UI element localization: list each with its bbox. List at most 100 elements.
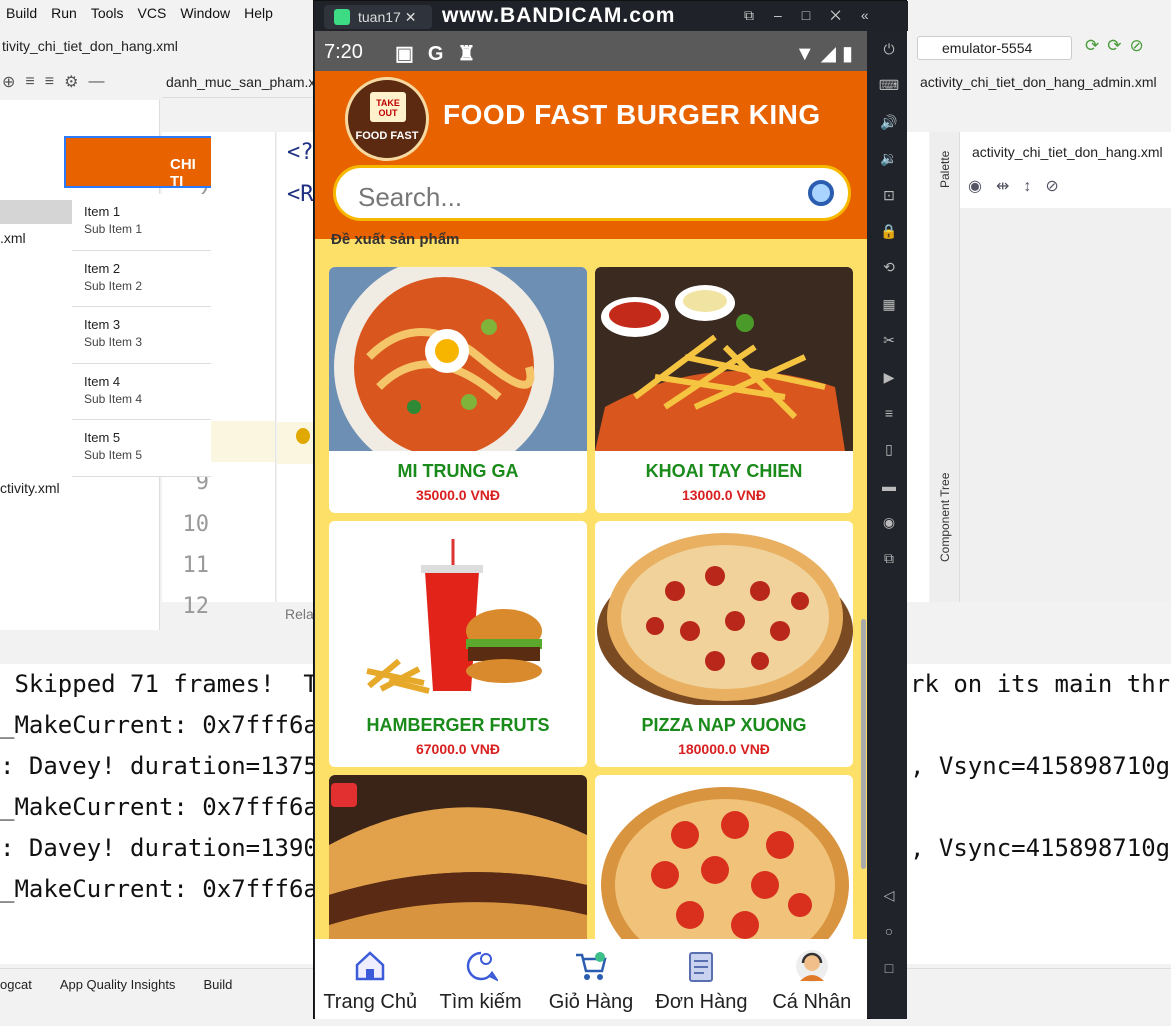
minimize-icon[interactable]: — [88,73,104,91]
apk-icon[interactable]: ▦ [871,286,907,322]
emulator-titlebar: tuan17 ✕ www.BANDICAM.com ⧉–□✕« [314,1,908,31]
log-line-tail: , Vsync=415898710g [910,752,1171,780]
scissors-icon[interactable]: ✂ [871,322,907,358]
search-input[interactable]: Search... [333,165,851,221]
design-header[interactable]: CHI TI [64,136,211,190]
run-icons[interactable]: ⟳⟳⊘ [1085,36,1152,56]
project-file[interactable]: ctivity.xml [0,480,60,496]
menu-run[interactable]: Run [45,5,85,21]
back-icon[interactable]: ◁ [871,877,907,913]
window-controls[interactable]: ⧉–□✕« [744,7,889,24]
menu-tools[interactable]: Tools [85,5,132,21]
lock-icon[interactable]: 🔒 [871,213,907,249]
design-list-item[interactable]: Item 2 Sub Item 2 [72,251,211,307]
keyboard-icon[interactable]: ⌨ [871,67,907,103]
design-list-item[interactable]: Item 5 Sub Item 5 [72,420,211,477]
product-price: 35000.0 VNĐ [415,487,501,503]
palette-strip[interactable]: Palette Component Tree [930,132,960,602]
collapse-icon[interactable]: ≡ [45,73,54,91]
tab-build[interactable]: Build [203,977,232,992]
search-placeholder: Search... [358,182,463,212]
product-section: Đề xuất sản phẩm MI TRUNG GA 35000.0 VNĐ… [315,231,867,1019]
product-card[interactable]: PIZZA NAP XUONG 180000.0 VNĐ [595,521,853,767]
product-name: KHOAI TAY CHIEN [645,461,803,481]
item-title: Item 3 [84,317,121,332]
nav-orders[interactable]: Đơn Hàng [646,939,756,1019]
code-line[interactable]: <R [287,182,314,207]
nav-home[interactable]: Trang Chủ [315,939,425,1019]
lightbulb-icon[interactable] [296,428,310,444]
folder-icon[interactable]: ▬ [871,468,907,504]
home-nav-icon[interactable]: ○ [871,913,907,949]
volume-up-icon[interactable]: 🔊 [871,104,907,140]
menu-help[interactable]: Help [238,5,281,21]
menu-vcs[interactable]: VCS [132,5,175,21]
signal-icons: ▼◢▮ [794,43,859,65]
volume-down-icon[interactable]: 🔉 [871,140,907,176]
location-icon[interactable]: ◉ [871,504,907,540]
log-line-tail: , Vsync=415898710g [910,834,1171,862]
sliders-icon[interactable]: ≡ [871,395,907,431]
project-file[interactable]: .xml [0,230,26,246]
editor-tab[interactable]: danh_muc_san_pham.x [162,66,322,98]
bottom-navigation: Trang Chủ Tìm kiếm Giỏ Hàng Đơn Hàng Cá … [315,939,867,1019]
design-list: Item 1 Sub Item 1 Item 2 Sub Item 2 Item 3… [72,194,211,477]
home-icon [355,951,385,981]
device-icon[interactable]: ▯ [871,431,907,467]
tab-logcat[interactable]: ogcat [0,977,32,992]
item-sub: Sub Item 5 [84,448,143,462]
section-title: Đề xuất sản phẩm [331,231,460,248]
design-list-item[interactable]: Item 3 Sub Item 3 [72,307,211,364]
overview-icon[interactable]: □ [871,950,907,986]
design-panel: activity_chi_tiet_don_hang.xml ◉⇹↕⊘ [960,132,1171,602]
menu-build[interactable]: Build [0,5,45,21]
component-tree-label[interactable]: Component Tree [938,473,952,562]
nav-label: Trang Chủ [323,991,418,1013]
relative-tab[interactable]: Rela [285,606,314,622]
design-list-item[interactable]: Item 1 Sub Item 1 [72,194,211,251]
current-line [277,422,317,464]
product-card[interactable]: HAMBERGER FRUTS 67000.0 VNĐ [329,521,587,767]
emulator-window: tuan17 ✕ www.BANDICAM.com ⧉–□✕« ⏻ ⌨ 🔊 🔉 … [313,0,908,1019]
phone-screen: 7:20 ▣G♜ ▼◢▮ TAKE OUT FOOD FAST FOOD FAS… [315,31,867,1019]
nav-profile[interactable]: Cá Nhân [757,939,867,1019]
app-header: TAKE OUT FOOD FAST FOOD FAST BURGER KING… [315,71,867,239]
record-icon[interactable]: ▶ [871,359,907,395]
code-line[interactable]: <? [287,140,314,165]
support-agent-icon [795,950,828,982]
item-sub: Sub Item 4 [84,391,143,406]
code-editor[interactable]: <? <R [277,132,317,602]
log-line: : Davey! duration=1375 [0,752,318,780]
expand-icon[interactable]: ≡ [25,73,34,91]
device-selector[interactable]: emulator-5554 [917,36,1072,60]
log-line: Skipped 71 frames! T [0,670,318,698]
product-name: PIZZA NAP XUONG [641,715,807,735]
design-list-item[interactable]: Item 4 Sub Item 4 [72,364,211,420]
emulator-tab[interactable]: tuan17 ✕ [324,5,432,29]
power-icon[interactable]: ⏻ [871,31,907,67]
nav-search[interactable]: Tìm kiếm [425,939,535,1019]
takeout-box: TAKE OUT [370,92,406,122]
menu-window[interactable]: Window [174,5,238,21]
cart-icon [576,952,607,980]
search-icon[interactable] [808,180,834,206]
target-icon[interactable]: ⊕ [2,72,15,92]
design-tools[interactable]: ◉⇹↕⊘ [968,176,1073,196]
emulator-tab-title: tuan17 [358,9,401,25]
rotate-icon[interactable]: ⟲ [871,249,907,285]
scrollbar[interactable] [861,619,866,869]
foldable-icon[interactable]: ⧉ [871,540,907,576]
tab-app-quality[interactable]: App Quality Insights [60,977,176,992]
product-price: 180000.0 VNĐ [678,741,770,757]
design-title: activity_chi_tiet_don_hang.xml [972,144,1163,160]
design-canvas[interactable] [960,208,1171,602]
gear-icon[interactable]: ⚙ [64,72,78,92]
palette-label[interactable]: Palette [938,151,952,188]
screenshot-icon[interactable]: ⊡ [871,177,907,213]
product-card[interactable]: KHOAI TAY CHIEN 13000.0 VNĐ [595,267,853,513]
product-card[interactable]: MI TRUNG GA 35000.0 VNĐ [329,267,587,513]
item-title: Item 4 [84,373,121,389]
layout-tab[interactable]: activity_chi_tiet_don_hang_admin.xml [920,74,1157,90]
nav-cart[interactable]: Giỏ Hàng [536,939,646,1019]
